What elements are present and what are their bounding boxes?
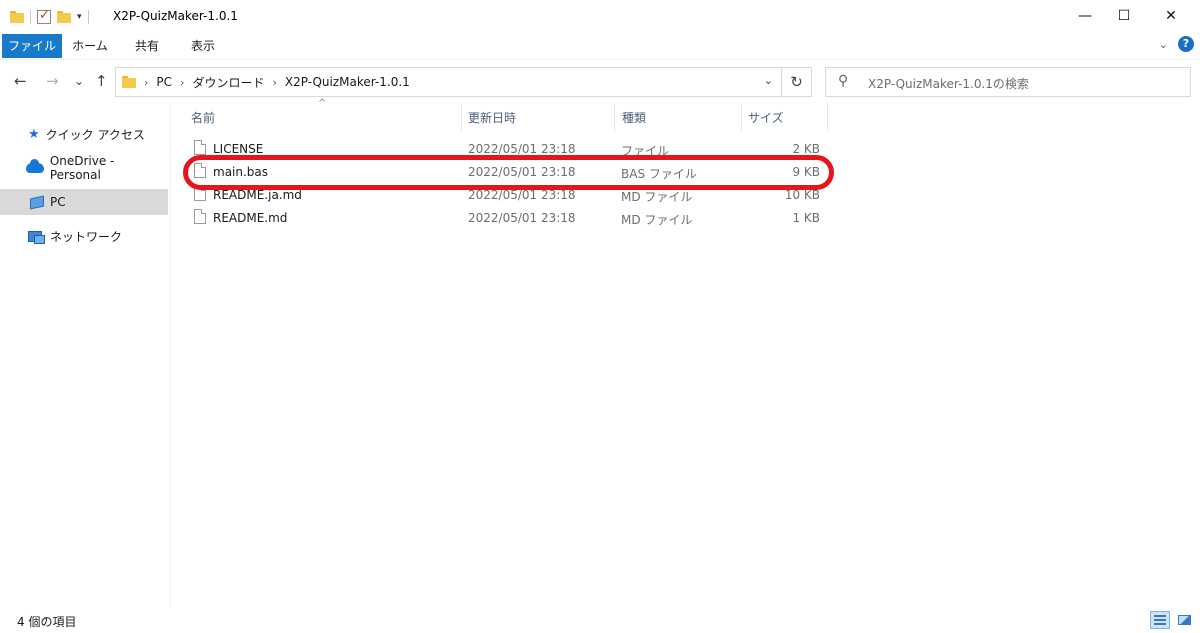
file-icon <box>194 163 206 178</box>
item-count: 4 個の項目 <box>17 615 77 629</box>
file-size: 10 KB <box>784 188 820 202</box>
sidebar-item-onedrive[interactable]: OneDrive - Personal <box>0 154 168 182</box>
chevron-right-icon[interactable]: › <box>180 76 184 89</box>
tab-view[interactable]: 表示 <box>178 34 228 58</box>
file-row-readme-ja[interactable]: README.ja.md 2022/05/01 23:18 MD ファイル 10… <box>183 184 828 207</box>
tab-home[interactable]: ホーム <box>64 34 116 58</box>
column-divider[interactable] <box>614 103 615 131</box>
cloud-icon <box>26 159 44 173</box>
file-date: 2022/05/01 23:18 <box>468 188 576 202</box>
file-name: main.bas <box>213 165 269 179</box>
file-name: README.ja.md <box>213 188 302 202</box>
chevron-down-icon[interactable]: ⌄ <box>764 74 773 87</box>
title-bar: ▾ X2P-QuizMaker-1.0.1 — ☐ ✕ <box>0 0 1200 34</box>
details-view-icon <box>1154 615 1166 625</box>
search-placeholder[interactable]: X2P-QuizMaker-1.0.1の検索 <box>868 75 1029 92</box>
file-icon <box>194 186 206 201</box>
sort-ascending-icon: ^ <box>318 98 327 109</box>
file-type: MD ファイル <box>621 190 693 204</box>
file-type: BAS ファイル <box>621 167 697 181</box>
column-divider[interactable] <box>827 103 828 131</box>
file-icon <box>194 140 206 155</box>
file-date: 2022/05/01 23:18 <box>468 142 576 156</box>
back-arrow-icon[interactable]: ← <box>14 72 27 90</box>
file-date: 2022/05/01 23:18 <box>468 211 576 225</box>
tab-file[interactable]: ファイル <box>2 34 62 58</box>
search-box[interactable]: ⚲ X2P-QuizMaker-1.0.1の検索 <box>825 67 1191 97</box>
status-bar: 4 個の項目 <box>0 608 1200 633</box>
sidebar-item-label: ネットワーク <box>50 229 123 244</box>
help-icon[interactable]: ? <box>1178 36 1194 52</box>
file-type: MD ファイル <box>621 213 693 227</box>
pc-icon <box>30 195 44 209</box>
network-icon <box>28 230 45 244</box>
large-icons-view-icon <box>1177 615 1191 625</box>
file-name: LICENSE <box>213 142 264 156</box>
breadcrumb-pc[interactable]: PC <box>156 75 172 89</box>
file-list: ^ 名前 更新日時 種類 サイズ LICENSE 2022/05/01 23:1… <box>171 98 1200 608</box>
file-type: ファイル <box>621 144 670 158</box>
up-arrow-icon[interactable]: ↑ <box>95 72 108 90</box>
search-icon: ⚲ <box>838 73 849 89</box>
properties-icon[interactable] <box>37 8 51 24</box>
expand-ribbon-icon[interactable]: ⌄ <box>1159 38 1168 51</box>
refresh-button[interactable]: ↻ <box>782 67 812 97</box>
large-icons-view-button[interactable] <box>1174 611 1194 629</box>
column-divider[interactable] <box>741 103 742 131</box>
file-row-license[interactable]: LICENSE 2022/05/01 23:18 ファイル 2 KB <box>183 138 828 161</box>
recent-locations-icon[interactable]: ⌄ <box>74 74 84 88</box>
window-title: X2P-QuizMaker-1.0.1 <box>113 9 238 23</box>
maximize-button[interactable]: ☐ <box>1101 0 1147 32</box>
column-header-size[interactable]: サイズ <box>748 103 784 131</box>
details-view-button[interactable] <box>1150 611 1170 629</box>
breadcrumb-downloads[interactable]: ダウンロード <box>192 74 264 91</box>
address-bar[interactable]: › PC › ダウンロード › X2P-QuizMaker-1.0.1 ⌄ <box>115 67 782 97</box>
divider <box>30 10 31 24</box>
file-date: 2022/05/01 23:18 <box>468 165 576 179</box>
close-button[interactable]: ✕ <box>1148 0 1194 32</box>
sidebar-item-label: OneDrive - Personal <box>49 154 115 182</box>
column-header-type[interactable]: 種類 <box>622 103 646 131</box>
sidebar-item-label: PC <box>50 195 66 209</box>
breadcrumb-current-folder[interactable]: X2P-QuizMaker-1.0.1 <box>285 75 410 89</box>
chevron-right-icon[interactable]: › <box>144 76 148 89</box>
file-size: 1 KB <box>792 211 820 225</box>
customize-toolbar-icon[interactable]: ▾ <box>77 12 82 22</box>
navigation-pane: ★ クイック アクセス OneDrive - Personal PC ネットワー… <box>0 103 170 608</box>
ribbon-tabs: ファイル ホーム 共有 表示 ⌄ ? <box>0 34 1200 59</box>
column-header-name[interactable]: 名前 <box>191 103 215 131</box>
sidebar-item-quick-access[interactable]: ★ クイック アクセス <box>0 121 168 147</box>
quick-access-toolbar: ▾ <box>10 8 89 26</box>
file-icon <box>194 209 206 224</box>
forward-arrow-icon[interactable]: → <box>46 72 59 90</box>
sidebar-item-pc[interactable]: PC <box>0 189 168 215</box>
column-header-date[interactable]: 更新日時 <box>468 103 516 131</box>
new-folder-icon[interactable] <box>57 11 71 23</box>
chevron-right-icon[interactable]: › <box>272 76 276 89</box>
sidebar-item-label: クイック アクセス <box>45 127 145 142</box>
star-icon: ★ <box>28 126 40 142</box>
address-row: ← → ⌄ ↑ › PC › ダウンロード › X2P-QuizMaker-1.… <box>0 59 1200 103</box>
divider <box>87 10 89 24</box>
column-divider[interactable] <box>461 103 462 131</box>
file-size: 2 KB <box>792 142 820 156</box>
folder-icon <box>122 76 136 88</box>
file-row-readme[interactable]: README.md 2022/05/01 23:18 MD ファイル 1 KB <box>183 207 828 230</box>
file-name: README.md <box>213 211 288 225</box>
tab-share[interactable]: 共有 <box>124 34 170 58</box>
sidebar-item-network[interactable]: ネットワーク <box>0 223 168 249</box>
file-row-main-bas[interactable]: main.bas 2022/05/01 23:18 BAS ファイル 9 KB <box>183 161 828 184</box>
file-size: 9 KB <box>792 165 820 179</box>
folder-icon <box>10 11 24 23</box>
